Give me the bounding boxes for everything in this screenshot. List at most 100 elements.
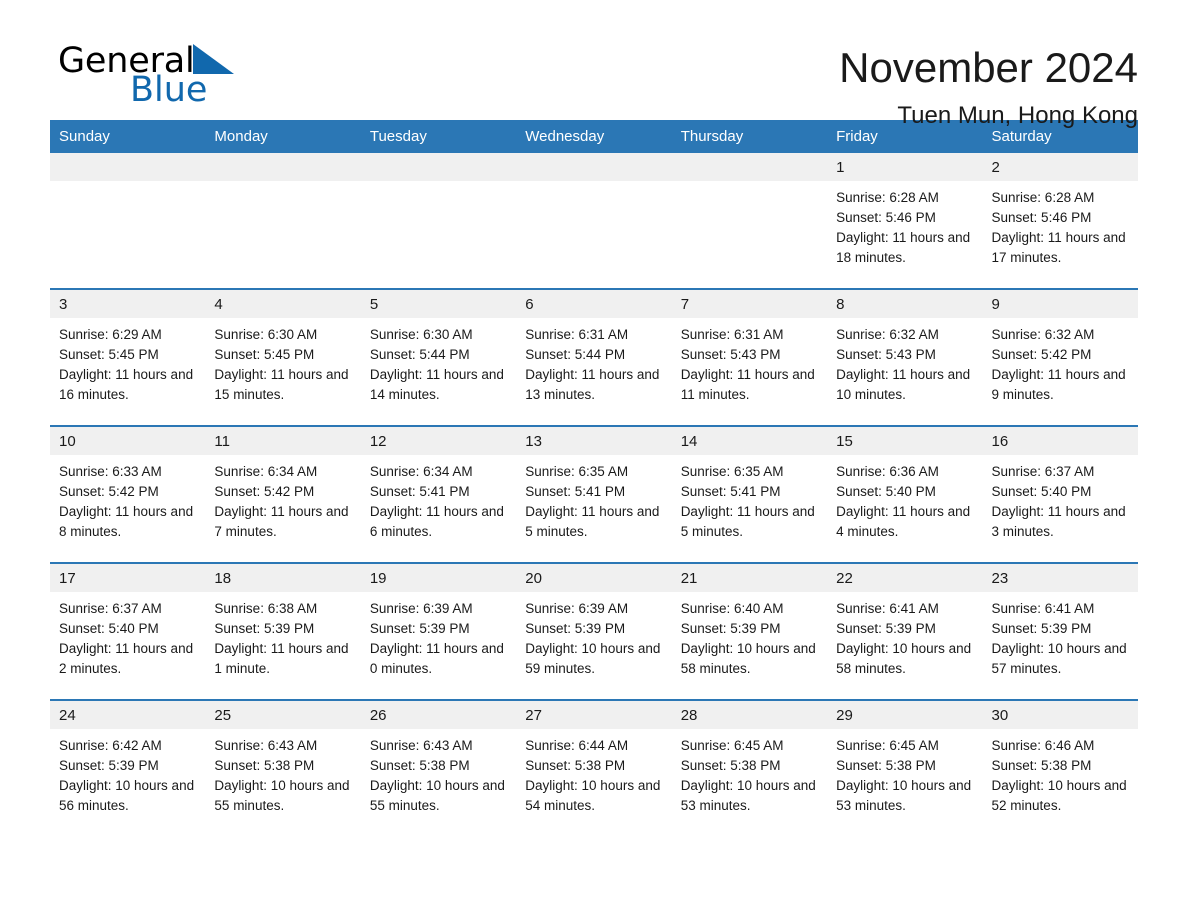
sunset-text: Sunset: 5:46 PM (991, 210, 1092, 225)
calendar-day-cell[interactable]: 22 Sunrise: 6:41 AM Sunset: 5:39 PM Dayligh… (827, 562, 983, 700)
day-cell-inner: 6 Sunrise: 6:31 AM Sunset: 5:44 PM Daylight… (516, 290, 672, 425)
weekday-tuesday: Tuesday (360, 120, 517, 153)
calendar-day-cell[interactable]: 27 Sunrise: 6:44 AM Sunset: 5:38 PM Dayligh… (516, 699, 672, 836)
day-cell-inner: 5 Sunrise: 6:30 AM Sunset: 5:44 PM Daylight… (360, 290, 517, 425)
calendar-day-cell[interactable]: 14 Sunrise: 6:35 AM Sunset: 5:41 PM Dayligh… (671, 425, 828, 563)
weekday-monday: Monday (205, 120, 361, 153)
sunrise-text: Sunrise: 6:43 AM (369, 738, 473, 753)
day-details: Sunrise: 6:35 AM Sunset: 5:41 PM Daylight:… (672, 455, 827, 542)
day-details: Sunrise: 6:45 AM Sunset: 5:38 PM Daylight:… (827, 729, 982, 816)
day-number: 5 (360, 290, 517, 318)
daylight-text: Daylight: 11 hours and 15 minutes. (214, 367, 349, 402)
calendar-day-cell[interactable]: 16 Sunrise: 6:37 AM Sunset: 5:40 PM Dayligh… (982, 425, 1138, 563)
sunrise-text: Sunrise: 6:41 AM (836, 601, 939, 616)
calendar-day-cell[interactable]: 17 Sunrise: 6:37 AM Sunset: 5:40 PM Dayligh… (50, 562, 206, 700)
daylight-text: Daylight: 11 hours and 18 minutes. (836, 230, 971, 265)
daylight-text: Daylight: 11 hours and 1 minute. (214, 641, 349, 676)
sunrise-text: Sunrise: 6:43 AM (214, 738, 318, 753)
calendar-day-cell[interactable]: 29 Sunrise: 6:45 AM Sunset: 5:38 PM Dayligh… (827, 699, 983, 836)
day-cell-inner: 19 Sunrise: 6:39 AM Sunset: 5:39 PM Dayligh… (360, 564, 517, 699)
day-number: 2 (982, 153, 1138, 181)
sunset-text: Sunset: 5:43 PM (680, 347, 781, 362)
day-number (50, 153, 206, 181)
daylight-text: Daylight: 10 hours and 59 minutes. (525, 641, 661, 676)
calendar-day-cell[interactable]: 25 Sunrise: 6:43 AM Sunset: 5:38 PM Dayligh… (205, 699, 361, 836)
day-cell-inner: 11 Sunrise: 6:34 AM Sunset: 5:42 PM Dayligh… (205, 427, 361, 562)
sunset-text: Sunset: 5:38 PM (369, 758, 470, 773)
sunset-text: Sunset: 5:38 PM (836, 758, 936, 773)
sunrise-text: Sunrise: 6:44 AM (525, 738, 629, 753)
day-details: Sunrise: 6:37 AM Sunset: 5:40 PM Daylight:… (983, 455, 1138, 542)
page-title: November 2024 (839, 44, 1138, 91)
day-details: Sunrise: 6:42 AM Sunset: 5:39 PM Daylight:… (50, 729, 205, 816)
day-number: 8 (827, 290, 983, 318)
calendar-day-cell[interactable]: 6 Sunrise: 6:31 AM Sunset: 5:44 PM Daylight… (516, 288, 672, 426)
calendar-day-cell[interactable]: 13 Sunrise: 6:35 AM Sunset: 5:41 PM Dayligh… (516, 425, 672, 563)
day-number: 7 (671, 290, 828, 318)
day-number: 3 (50, 290, 206, 318)
calendar-day-cell[interactable]: 8 Sunrise: 6:32 AM Sunset: 5:43 PM Daylight… (827, 288, 983, 426)
calendar-day-cell[interactable]: 10 Sunrise: 6:33 AM Sunset: 5:42 PM Dayligh… (50, 425, 206, 563)
day-cell-inner: 17 Sunrise: 6:37 AM Sunset: 5:40 PM Dayligh… (50, 564, 206, 699)
calendar-day-cell[interactable]: 12 Sunrise: 6:34 AM Sunset: 5:41 PM Dayligh… (360, 425, 517, 563)
calendar-day-cell[interactable]: 4 Sunrise: 6:30 AM Sunset: 5:45 PM Daylight… (205, 288, 361, 426)
daylight-text: Daylight: 11 hours and 9 minutes. (991, 367, 1126, 402)
calendar-day-cell[interactable]: 3 Sunrise: 6:29 AM Sunset: 5:45 PM Daylight… (50, 288, 206, 426)
daylight-text: Daylight: 10 hours and 58 minutes. (836, 641, 972, 676)
day-cell-inner (671, 153, 828, 288)
day-details: Sunrise: 6:39 AM Sunset: 5:39 PM Daylight:… (361, 592, 516, 679)
day-details: Sunrise: 6:34 AM Sunset: 5:41 PM Daylight:… (361, 455, 516, 542)
day-number: 1 (827, 153, 983, 181)
calendar-day-cell[interactable]: 26 Sunrise: 6:43 AM Sunset: 5:38 PM Dayligh… (360, 699, 517, 836)
calendar-day-cell[interactable]: 21 Sunrise: 6:40 AM Sunset: 5:39 PM Dayligh… (671, 562, 828, 700)
sunset-text: Sunset: 5:40 PM (836, 484, 936, 499)
calendar-day-cell[interactable]: 18 Sunrise: 6:38 AM Sunset: 5:39 PM Dayligh… (205, 562, 361, 700)
location-subtitle: Tuen Mun, Hong Kong (897, 102, 1138, 130)
calendar-day-cell[interactable]: 23 Sunrise: 6:41 AM Sunset: 5:39 PM Dayligh… (982, 562, 1138, 700)
calendar-day-cell[interactable]: 15 Sunrise: 6:36 AM Sunset: 5:40 PM Dayligh… (827, 425, 983, 563)
daylight-text: Daylight: 11 hours and 17 minutes. (991, 230, 1126, 265)
day-cell-inner: 28 Sunrise: 6:45 AM Sunset: 5:38 PM Dayligh… (671, 701, 828, 836)
sunrise-text: Sunrise: 6:32 AM (991, 327, 1095, 342)
calendar-week-row: 24 Sunrise: 6:42 AM Sunset: 5:39 PM Dayligh… (50, 699, 1138, 836)
sunset-text: Sunset: 5:42 PM (214, 484, 315, 499)
daylight-text: Daylight: 11 hours and 3 minutes. (991, 504, 1126, 539)
daylight-text: Daylight: 11 hours and 16 minutes. (59, 367, 194, 402)
calendar-day-cell[interactable]: 30 Sunrise: 6:46 AM Sunset: 5:38 PM Dayligh… (982, 699, 1138, 836)
calendar-day-cell[interactable]: 1 Sunrise: 6:28 AM Sunset: 5:46 PM Daylight… (827, 153, 983, 289)
day-cell-inner: 3 Sunrise: 6:29 AM Sunset: 5:45 PM Daylight… (50, 290, 206, 425)
sunrise-text: Sunrise: 6:37 AM (991, 464, 1095, 479)
sunset-text: Sunset: 5:42 PM (991, 347, 1092, 362)
day-details: Sunrise: 6:31 AM Sunset: 5:43 PM Daylight:… (672, 318, 827, 405)
calendar-page: General Blue November 2024 Tuen Mun, Hon… (0, 0, 1188, 918)
sunset-text: Sunset: 5:39 PM (991, 621, 1092, 636)
sunrise-text: Sunrise: 6:33 AM (59, 464, 162, 479)
day-details: Sunrise: 6:35 AM Sunset: 5:41 PM Daylight:… (516, 455, 671, 542)
daylight-text: Daylight: 10 hours and 55 minutes. (214, 778, 350, 813)
daylight-text: Daylight: 10 hours and 58 minutes. (680, 641, 816, 676)
daylight-text: Daylight: 11 hours and 10 minutes. (836, 367, 971, 402)
sunset-text: Sunset: 5:40 PM (59, 621, 159, 636)
day-details: Sunrise: 6:31 AM Sunset: 5:44 PM Daylight:… (516, 318, 671, 405)
sunset-text: Sunset: 5:45 PM (59, 347, 159, 362)
sunset-text: Sunset: 5:39 PM (214, 621, 315, 636)
day-details: Sunrise: 6:28 AM Sunset: 5:46 PM Daylight:… (983, 181, 1138, 268)
day-details: Sunrise: 6:40 AM Sunset: 5:39 PM Daylight:… (672, 592, 827, 679)
calendar-day-cell[interactable]: 7 Sunrise: 6:31 AM Sunset: 5:43 PM Daylight… (671, 288, 828, 426)
day-cell-inner: 13 Sunrise: 6:35 AM Sunset: 5:41 PM Dayligh… (516, 427, 672, 562)
sunrise-text: Sunrise: 6:45 AM (836, 738, 939, 753)
calendar-day-cell[interactable]: 28 Sunrise: 6:45 AM Sunset: 5:38 PM Dayligh… (671, 699, 828, 836)
day-number: 19 (360, 564, 517, 592)
calendar-day-cell[interactable]: 11 Sunrise: 6:34 AM Sunset: 5:42 PM Dayligh… (205, 425, 361, 563)
calendar-day-cell[interactable]: 2 Sunrise: 6:28 AM Sunset: 5:46 PM Daylight… (982, 153, 1138, 289)
sunset-text: Sunset: 5:39 PM (59, 758, 159, 773)
day-details: Sunrise: 6:30 AM Sunset: 5:44 PM Daylight:… (361, 318, 516, 405)
calendar-day-cell[interactable]: 24 Sunrise: 6:42 AM Sunset: 5:39 PM Dayligh… (50, 699, 206, 836)
calendar-day-cell[interactable]: 5 Sunrise: 6:30 AM Sunset: 5:44 PM Daylight… (360, 288, 517, 426)
day-number: 20 (516, 564, 672, 592)
day-cell-inner: 22 Sunrise: 6:41 AM Sunset: 5:39 PM Dayligh… (827, 564, 983, 699)
sunset-text: Sunset: 5:45 PM (214, 347, 315, 362)
calendar-day-cell[interactable]: 9 Sunrise: 6:32 AM Sunset: 5:42 PM Daylight… (982, 288, 1138, 426)
calendar-day-cell[interactable]: 19 Sunrise: 6:39 AM Sunset: 5:39 PM Dayligh… (360, 562, 517, 700)
calendar-day-cell[interactable]: 20 Sunrise: 6:39 AM Sunset: 5:39 PM Dayligh… (516, 562, 672, 700)
